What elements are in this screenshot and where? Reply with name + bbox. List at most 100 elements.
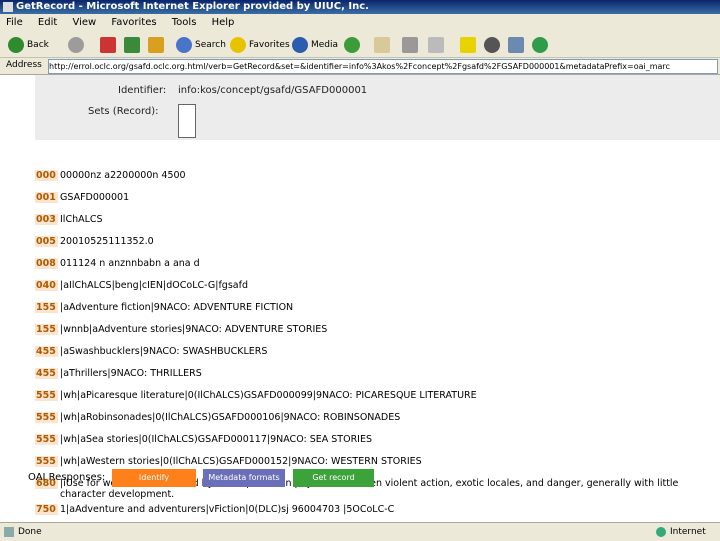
marc-value: GSAFD000001	[60, 192, 130, 203]
menu-favorites[interactable]: Favorites	[105, 14, 162, 32]
window-title: GetRecord - Microsoft Internet Explorer …	[16, 1, 369, 12]
status-bar: Done Internet	[0, 522, 720, 541]
zone-text: Internet	[670, 527, 706, 537]
marc-tag: 555	[35, 434, 58, 445]
marc-value: IlChALCS	[60, 214, 103, 225]
menu-file[interactable]: File	[0, 14, 29, 32]
marc-tag: 555	[35, 390, 58, 401]
marc-field-row: 555 |wh|aRobinsonades|0(IlChALCS)GSAFD000…	[35, 409, 715, 431]
history-button[interactable]	[344, 36, 363, 54]
menu-tools[interactable]: Tools	[166, 14, 203, 32]
marc-tag: 555	[35, 412, 58, 423]
marc-tag: 455	[35, 368, 58, 379]
stop-icon	[100, 36, 116, 53]
marc-tag: 155	[35, 324, 58, 335]
menu-view[interactable]: View	[66, 14, 102, 32]
marc-value: |aSwashbucklers|9NACO: SWASHBUCKLERS	[60, 346, 268, 357]
globe-icon	[484, 36, 500, 53]
marc-value: |wh|aPicaresque literature|0(IlChALCS)GS…	[60, 390, 477, 401]
marc-field-row: 155 |aAdventure fiction|9NACO: ADVENTURE …	[35, 299, 715, 321]
menu-edit[interactable]: Edit	[32, 14, 63, 32]
marc-field-row: 008 011124 n anznnbabn a ana d	[35, 255, 715, 277]
get-record-button[interactable]: Get record	[293, 469, 374, 487]
toolbar: Back Search Favorites Media	[0, 32, 720, 58]
search-button[interactable]: Search	[176, 36, 226, 54]
messenger-button[interactable]	[532, 36, 551, 54]
media-icon	[292, 36, 308, 53]
marc-field-row: 003 IlChALCS	[35, 211, 715, 233]
identifier-label: Identifier:	[118, 85, 167, 96]
marc-field-row: 040 |aIlChALCS|beng|cIEN|dOCoLC-G|fgsafd	[35, 277, 715, 299]
refresh-button[interactable]	[124, 36, 143, 54]
marc-tag: 040	[35, 280, 58, 291]
address-bar: Address http://errol.oclc.org/gsafd.oclc…	[0, 58, 720, 75]
metadata-formats-button[interactable]: Metadata formats	[203, 469, 285, 487]
tools-icon	[508, 36, 524, 53]
marc-value: |wnnb|aAdventure stories|9NACO: ADVENTUR…	[60, 324, 328, 335]
marc-value: 011124 n anznnbabn a ana d	[60, 258, 200, 269]
marc-field-row: 155 |wnnb|aAdventure stories|9NACO: ADVEN…	[35, 321, 715, 343]
page-icon	[4, 527, 14, 537]
marc-tag: 555	[35, 456, 58, 467]
edit-icon	[428, 36, 444, 53]
status-text: Done	[18, 527, 42, 537]
marc-tag: 003	[35, 214, 58, 225]
address-label: Address	[6, 60, 42, 70]
mail-icon	[374, 36, 390, 53]
marc-value: |wh|aSea stories|0(IlChALCS)GSAFD000117|…	[60, 434, 373, 445]
menu-help[interactable]: Help	[206, 14, 241, 32]
marc-value: 20010525111352.0	[60, 236, 154, 247]
internet-zone-icon	[656, 527, 666, 537]
window-titlebar: GetRecord - Microsoft Internet Explorer …	[0, 0, 720, 14]
marc-tag: 005	[35, 236, 58, 247]
forward-button[interactable]	[68, 36, 87, 54]
marc-field-row: 555 |wh|aPicaresque literature|0(IlChALCS…	[35, 387, 715, 409]
marc-tag: 455	[35, 346, 58, 357]
marc-field-row: 000 00000nz a2200000n 4500	[35, 167, 715, 189]
edit-button[interactable]	[428, 36, 447, 54]
tools-button[interactable]	[508, 36, 527, 54]
media-button[interactable]: Media	[292, 36, 338, 54]
menu-bar: File Edit View Favorites Tools Help	[0, 14, 720, 33]
marc-value: |aThrillers|9NACO: THRILLERS	[60, 368, 202, 379]
marc-field-row: 001 GSAFD000001	[35, 189, 715, 211]
marc-tag: 155	[35, 302, 58, 313]
back-arrow-icon	[8, 36, 24, 53]
stop-button[interactable]	[100, 36, 119, 54]
marc-tag: 001	[35, 192, 58, 203]
marc-value: |wh|aWestern stories|0(IlChALCS)GSAFD000…	[60, 456, 422, 467]
research-button[interactable]	[484, 36, 503, 54]
marc-tag: 008	[35, 258, 58, 269]
marc-value: |aAdventure fiction|9NACO: ADVENTURE FIC…	[60, 302, 294, 313]
sets-label: Sets (Record):	[88, 106, 159, 117]
marc-value: |aIlChALCS|beng|cIEN|dOCoLC-G|fgsafd	[60, 280, 248, 291]
marc-value: |wh|aRobinsonades|0(IlChALCS)GSAFD000106…	[60, 412, 401, 423]
discuss-button[interactable]	[460, 36, 479, 54]
folder-icon	[460, 36, 476, 53]
identify-button[interactable]: Identify	[112, 469, 196, 487]
marc-tag: 000	[35, 170, 58, 181]
marc-value: 1|aAdventure and adventurers|vFiction|0(…	[60, 504, 395, 515]
back-button[interactable]: Back	[8, 36, 49, 54]
marc-field-row: 455 |aSwashbucklers|9NACO: SWASHBUCKLERS	[35, 343, 715, 365]
sets-field	[178, 104, 196, 138]
identifier-value: info:kos/concept/gsafd/GSAFD000001	[178, 85, 368, 96]
mail-button[interactable]	[374, 36, 393, 54]
oai-responses-label: OAI Responses:	[28, 472, 106, 483]
star-icon	[230, 36, 246, 53]
home-icon	[148, 36, 164, 53]
search-icon	[176, 36, 192, 53]
page-content: Identifier: info:kos/concept/gsafd/GSAFD…	[0, 75, 720, 522]
history-icon	[344, 36, 360, 53]
favorites-button[interactable]: Favorites	[230, 36, 290, 54]
forward-arrow-icon	[68, 36, 84, 53]
ie-icon	[3, 2, 13, 12]
marc-field-row: 750 1|aAdventure and adventurers|vFiction…	[35, 501, 715, 522]
refresh-icon	[124, 36, 140, 53]
home-button[interactable]	[148, 36, 167, 54]
print-button[interactable]	[402, 36, 421, 54]
address-input[interactable]: http://errol.oclc.org/gsafd.oclc.org.htm…	[48, 59, 718, 74]
marc-field-row: 555 |wh|aSea stories|0(IlChALCS)GSAFD0001…	[35, 431, 715, 453]
marc-tag: 750	[35, 504, 58, 515]
marc-value: 00000nz a2200000n 4500	[60, 170, 186, 181]
